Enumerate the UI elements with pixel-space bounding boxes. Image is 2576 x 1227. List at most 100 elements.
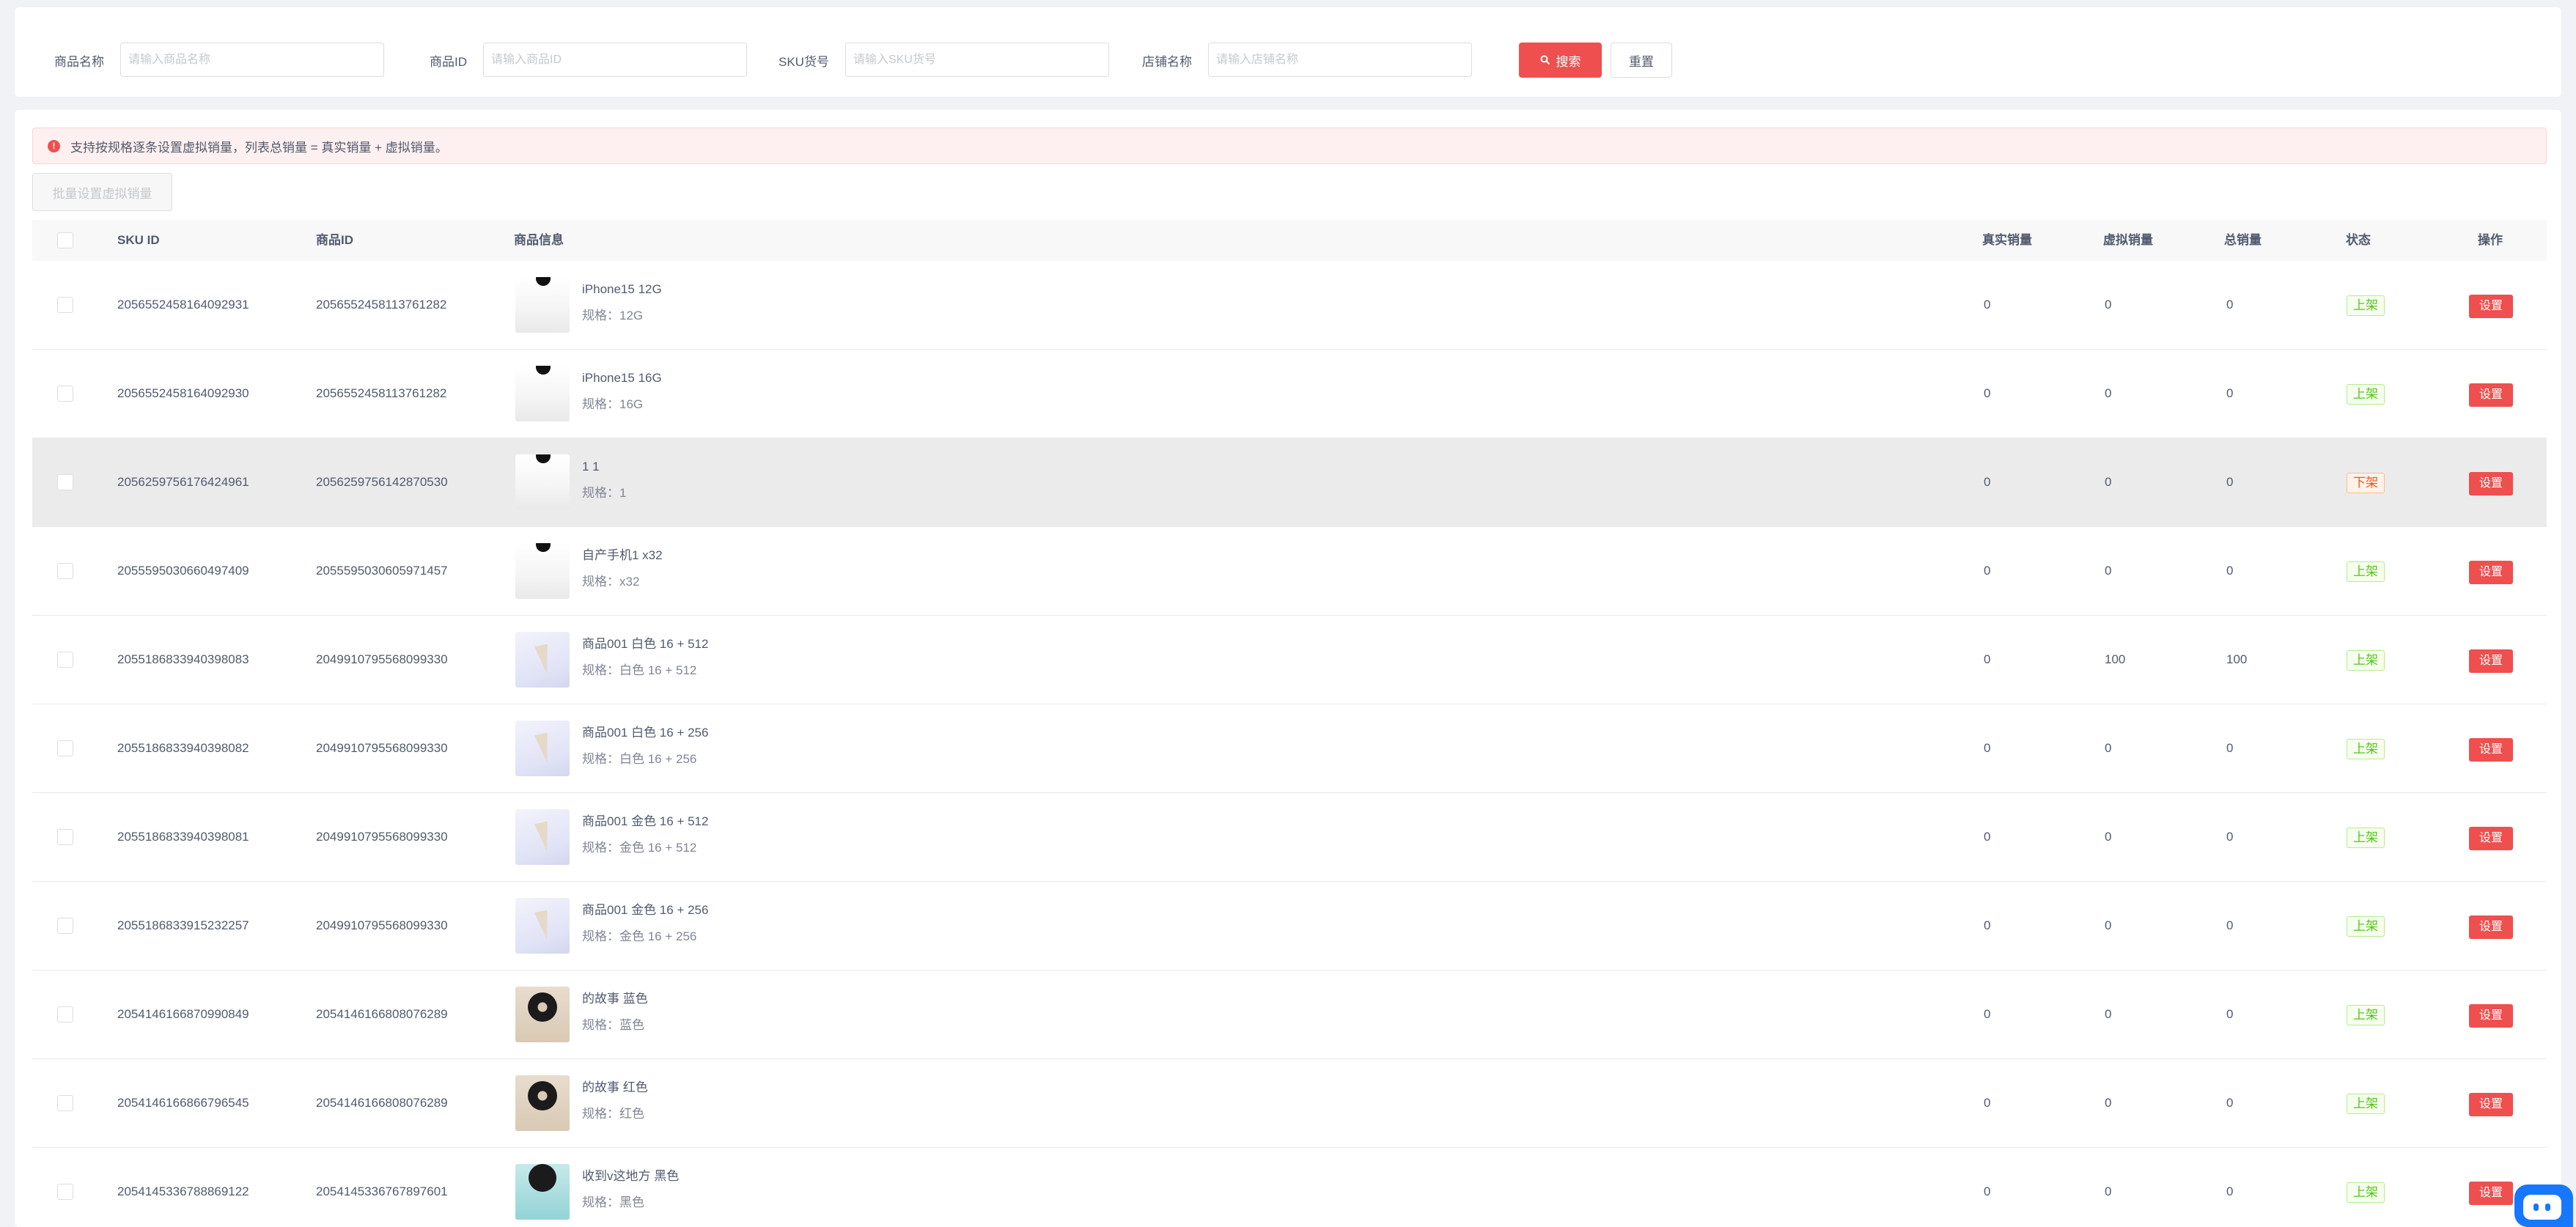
product-name: 的故事 红色 xyxy=(582,1080,648,1094)
virtual-sales-cell: 0 xyxy=(2105,1096,2112,1110)
set-button[interactable]: 设置 xyxy=(2469,295,2513,318)
search-button[interactable]: 搜索 xyxy=(1519,43,1602,78)
filter-bar: 商品名称 商品ID SKU货号 店铺名称 搜索 重置 xyxy=(15,7,2561,97)
row-checkbox[interactable] xyxy=(57,652,73,668)
set-button[interactable]: 设置 xyxy=(2469,738,2513,762)
search-icon xyxy=(1540,55,1550,65)
shop-name-label: 店铺名称 xyxy=(1142,55,1192,69)
total-sales-cell: 0 xyxy=(2226,564,2234,578)
batch-set-virtual-sales-button[interactable]: 批量设置虚拟销量 xyxy=(32,173,172,211)
product-thumbnail xyxy=(515,632,570,688)
product-id-cell: 2054146166808076289 xyxy=(316,1007,448,1021)
virtual-sales-cell: 0 xyxy=(2105,475,2112,489)
row-checkbox[interactable] xyxy=(57,474,73,490)
set-button[interactable]: 设置 xyxy=(2469,649,2513,673)
row-checkbox[interactable] xyxy=(57,829,73,845)
product-thumbnail xyxy=(515,1164,570,1220)
product-thumbnail xyxy=(515,987,570,1042)
virtual-sales-cell: 0 xyxy=(2105,918,2112,932)
row-checkbox[interactable] xyxy=(57,740,73,756)
real-sales-cell: 0 xyxy=(1984,830,1991,844)
product-name-label: 商品名称 xyxy=(54,55,104,69)
table-row: 2054146166866796545 2054146166808076289 的故… xyxy=(32,1059,2547,1148)
row-checkbox[interactable] xyxy=(57,1006,73,1022)
sku-code-label: SKU货号 xyxy=(779,55,829,69)
select-all-checkbox[interactable] xyxy=(57,232,73,248)
set-button[interactable]: 设置 xyxy=(2469,383,2513,407)
alert-icon: ! xyxy=(48,139,60,152)
set-button[interactable]: 设置 xyxy=(2469,827,2513,850)
status-badge: 下架 xyxy=(2347,473,2385,493)
product-id-cell: 2056259756142870530 xyxy=(316,475,448,489)
status-badge: 上架 xyxy=(2347,1005,2385,1025)
row-checkbox[interactable] xyxy=(57,386,73,402)
product-thumbnail xyxy=(515,366,570,421)
row-checkbox[interactable] xyxy=(57,1184,73,1200)
chat-bot-icon[interactable] xyxy=(2514,1184,2573,1227)
product-thumbnail xyxy=(515,721,570,776)
product-id-input[interactable] xyxy=(483,43,747,77)
set-button[interactable]: 设置 xyxy=(2469,915,2513,939)
total-sales-cell: 0 xyxy=(2226,1096,2234,1110)
real-sales-cell: 0 xyxy=(1984,475,1991,489)
product-spec: 规格：蓝色 xyxy=(582,1018,644,1032)
sku-id-cell: 2055186833940398083 xyxy=(117,652,249,666)
real-sales-cell: 0 xyxy=(1984,386,1991,400)
table-row: 2055595030660497409 2055595030605971457 自产… xyxy=(32,527,2547,616)
status-badge: 上架 xyxy=(2347,384,2385,405)
alert-text: 支持按规格逐条设置虚拟销量，列表总销量 = 真实销量 + 虚拟销量。 xyxy=(70,140,448,155)
row-checkbox[interactable] xyxy=(57,563,73,579)
set-button[interactable]: 设置 xyxy=(2469,561,2513,584)
shop-name-input[interactable] xyxy=(1208,43,1472,77)
table-row: 2055186833915232257 2049910795568099330 商品… xyxy=(32,882,2547,970)
bot-face xyxy=(2523,1195,2561,1220)
set-button[interactable]: 设置 xyxy=(2469,472,2513,495)
real-sales-cell: 0 xyxy=(1984,652,1991,666)
reset-button[interactable]: 重置 xyxy=(1611,43,1672,78)
real-sales-cell: 0 xyxy=(1984,741,1991,755)
real-sales-cell: 0 xyxy=(1984,1007,1991,1021)
real-sales-cell: 0 xyxy=(1984,918,1991,932)
table-row: 2055186833940398082 2049910795568099330 商品… xyxy=(32,704,2547,793)
set-button[interactable]: 设置 xyxy=(2469,1004,2513,1028)
product-name-input[interactable] xyxy=(120,43,384,77)
status-badge: 上架 xyxy=(2347,828,2385,848)
product-spec: 规格：金色 16 + 512 xyxy=(582,841,697,855)
product-id-cell: 2055595030605971457 xyxy=(316,564,448,578)
product-thumbnail xyxy=(515,809,570,865)
product-id-cell: 2049910795568099330 xyxy=(316,652,448,666)
header-virtual-sales: 虚拟销量 xyxy=(2103,233,2153,247)
row-checkbox[interactable] xyxy=(57,297,73,313)
table-row: 2055186833940398083 2049910795568099330 商品… xyxy=(32,616,2547,704)
status-badge: 上架 xyxy=(2347,561,2385,582)
row-checkbox[interactable] xyxy=(57,918,73,934)
product-spec: 规格：红色 xyxy=(582,1107,644,1121)
bot-eye xyxy=(2545,1204,2550,1211)
product-thumbnail xyxy=(515,454,570,510)
product-spec: 规格：白色 16 + 512 xyxy=(582,663,697,677)
sku-id-cell: 2055595030660497409 xyxy=(117,564,249,578)
product-spec: 规格：x32 xyxy=(582,575,640,589)
product-thumbnail xyxy=(515,277,570,333)
header-sku-id: SKU ID xyxy=(117,233,160,247)
real-sales-cell: 0 xyxy=(1984,1184,1991,1198)
set-button[interactable]: 设置 xyxy=(2469,1182,2513,1205)
product-id-cell: 2049910795568099330 xyxy=(316,918,448,932)
product-id-cell: 2049910795568099330 xyxy=(316,830,448,844)
table-row: 2056552458164092931 2056552458113761282 iP… xyxy=(32,261,2547,350)
product-spec: 规格：12G xyxy=(582,309,644,323)
real-sales-cell: 0 xyxy=(1984,298,1991,312)
sku-code-input[interactable] xyxy=(845,43,1109,77)
sku-id-cell: 2056552458164092930 xyxy=(117,386,249,400)
info-alert: ! 支持按规格逐条设置虚拟销量，列表总销量 = 真实销量 + 虚拟销量。 xyxy=(32,128,2547,164)
table-row: 2054146166870990849 2054146166808076289 的故… xyxy=(32,970,2547,1059)
total-sales-cell: 0 xyxy=(2226,1007,2234,1021)
virtual-sales-cell: 0 xyxy=(2105,741,2112,755)
set-button[interactable]: 设置 xyxy=(2469,1093,2513,1116)
search-button-label: 搜索 xyxy=(1556,54,1581,69)
row-checkbox[interactable] xyxy=(57,1095,73,1111)
product-name: iPhone15 12G xyxy=(582,282,662,296)
total-sales-cell: 0 xyxy=(2226,298,2234,312)
sku-list-card: ! 支持按规格逐条设置虚拟销量，列表总销量 = 真实销量 + 虚拟销量。 批量设… xyxy=(15,110,2561,1227)
virtual-sales-cell: 0 xyxy=(2105,386,2112,400)
